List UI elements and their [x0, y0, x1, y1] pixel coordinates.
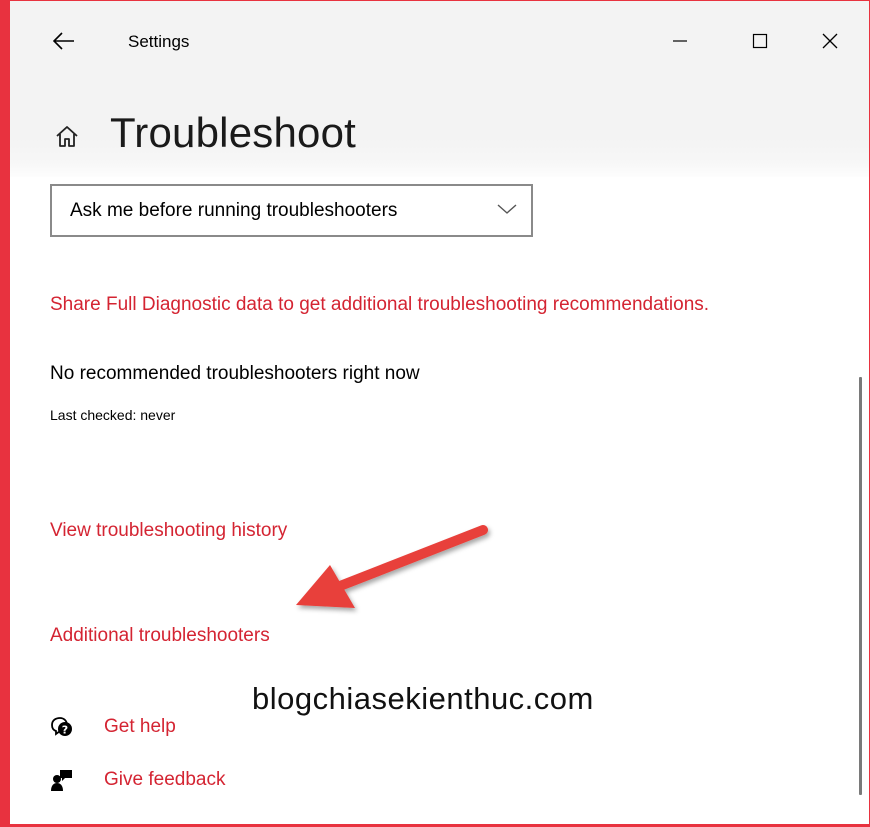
minimize-button[interactable] — [660, 21, 700, 61]
share-diagnostic-data-link[interactable]: Share Full Diagnostic data to get additi… — [50, 291, 710, 319]
no-recommended-text: No recommended troubleshooters right now — [50, 363, 420, 384]
chevron-down-icon — [497, 204, 517, 214]
maximize-icon — [752, 33, 768, 49]
minimize-icon — [673, 40, 687, 42]
home-icon[interactable] — [54, 123, 80, 149]
get-help-label: Get help — [104, 716, 176, 737]
close-icon — [822, 33, 838, 49]
settings-window: Settings Troubleshoot Ask me before runn… — [0, 0, 870, 827]
maximize-button[interactable] — [740, 21, 780, 61]
watermark-text: blogchiasekienthuc.com — [252, 681, 594, 716]
svg-text:?: ? — [62, 724, 68, 737]
title-bar: Settings — [10, 1, 869, 81]
app-title: Settings — [128, 32, 190, 51]
back-arrow-icon — [53, 32, 74, 50]
troubleshoot-preference-dropdown[interactable]: Ask me before running troubleshooters — [50, 184, 533, 237]
view-history-link[interactable]: View troubleshooting history — [50, 517, 287, 545]
back-button[interactable] — [46, 23, 82, 59]
get-help-icon: ? — [50, 715, 74, 739]
last-checked-text: Last checked: never — [50, 407, 176, 423]
scrollbar[interactable] — [859, 377, 862, 795]
feedback-icon — [50, 768, 74, 792]
page-title: Troubleshoot — [110, 109, 356, 156]
give-feedback-label: Give feedback — [104, 769, 226, 790]
get-help-link[interactable]: ? Get help — [50, 711, 176, 743]
give-feedback-link[interactable]: Give feedback — [50, 764, 225, 796]
dropdown-selected-value: Ask me before running troubleshooters — [70, 199, 398, 221]
additional-troubleshooters-link[interactable]: Additional troubleshooters — [50, 622, 270, 650]
close-button[interactable] — [810, 21, 850, 61]
